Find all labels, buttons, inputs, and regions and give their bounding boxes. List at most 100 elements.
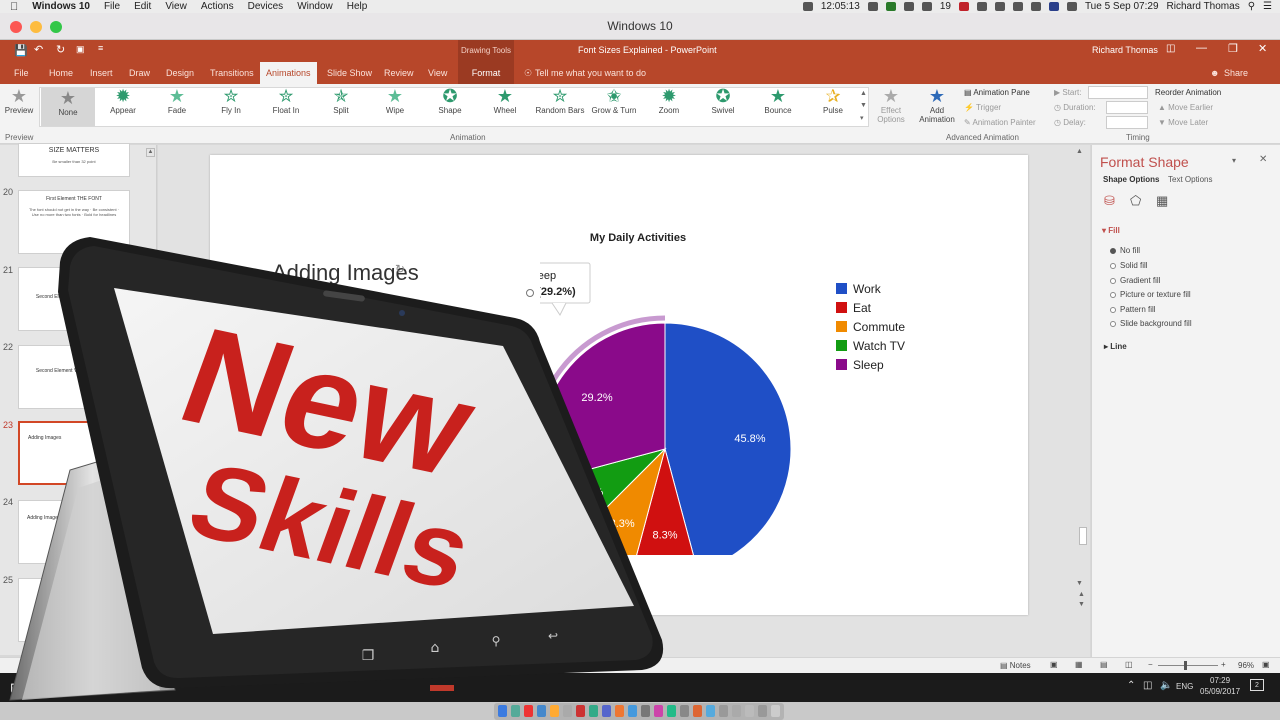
tab-home[interactable]: Home (49, 62, 73, 84)
dock-app-icon[interactable] (641, 705, 650, 717)
customize-qat-icon[interactable]: ≡ (98, 43, 103, 53)
anim-appear[interactable]: ✹ Appear (100, 86, 146, 126)
menu-window[interactable]: Window (297, 1, 333, 12)
anim-bounce[interactable]: ★ Bounce (755, 86, 801, 126)
slide-thumbnail[interactable]: SIZE MATTERS Be smaller than 32 point (18, 143, 130, 177)
cortana-icon[interactable]: ○ (38, 680, 45, 694)
add-animation-button[interactable]: ★ Add Animation (915, 86, 959, 126)
slideshow-icon[interactable]: ◫ (1125, 660, 1133, 669)
apple-icon[interactable]:  (10, 1, 18, 13)
tab-shape-options[interactable]: Shape Options (1103, 175, 1159, 184)
minimize-window-icon[interactable]: — (1196, 42, 1207, 54)
gallery-scroll-up-icon[interactable]: ▲ (860, 90, 867, 97)
taskbar-time[interactable]: 07:29 (1210, 676, 1230, 685)
volume-icon[interactable]: 🔈 (1160, 680, 1172, 691)
flag-icon[interactable] (1048, 2, 1059, 11)
move-earlier-button[interactable]: ▲ Move Earlier (1158, 103, 1213, 112)
dock-app-icon[interactable] (745, 705, 754, 717)
option-no-fill[interactable]: No fill (1110, 246, 1140, 255)
slide-thumbnail[interactable]: First Element THE FONT The font should n… (18, 190, 130, 254)
zoom-slider[interactable] (1158, 665, 1218, 666)
dock-app-icon[interactable] (615, 705, 624, 717)
dock-app-icon[interactable] (758, 705, 767, 717)
start-dropdown[interactable] (1088, 86, 1148, 99)
network-icon[interactable]: ◫ (1143, 680, 1152, 691)
dock-app-icon[interactable] (498, 705, 507, 717)
dock-app-icon[interactable] (628, 705, 637, 717)
app-menu[interactable]: Windows 10 (32, 1, 90, 12)
animation-painter-button[interactable]: ✎ Animation Painter (964, 118, 1036, 127)
close-pane-icon[interactable]: ✕ (1259, 154, 1267, 165)
slide-thumbnail-selected[interactable]: Adding Images (18, 421, 130, 485)
tab-file[interactable]: File (14, 62, 29, 84)
anim-split[interactable]: ✯ Split (318, 86, 364, 126)
notification-icon[interactable]: 2 (1250, 679, 1264, 691)
save-icon[interactable]: 💾 (14, 44, 28, 57)
pie-chart[interactable]: My Daily Activities 45.8% 8.3% 8.3% 8.3% 29.2… (540, 225, 960, 555)
zoom-in-icon[interactable]: + (1221, 660, 1226, 669)
option-slide-background-fill[interactable]: Slide background fill (1110, 319, 1192, 328)
tray-chevron-icon[interactable]: ⌃ (1127, 680, 1135, 691)
status-icon[interactable] (903, 2, 914, 11)
tell-me-box[interactable]: Tell me what you want to do (535, 62, 646, 84)
dock-app-icon[interactable] (537, 705, 546, 717)
slide-thumbnail[interactable]: Second Element VISUAL DESIGN (18, 267, 130, 331)
close-icon[interactable] (10, 21, 22, 33)
fill-section-header[interactable]: ▾ Fill (1102, 226, 1120, 235)
redo-icon[interactable]: ↻ (56, 43, 65, 56)
status-icon[interactable] (867, 2, 878, 11)
mac-datetime[interactable]: Tue 5 Sep 07:29 (1085, 1, 1159, 12)
status-icon[interactable] (921, 2, 932, 11)
menu-file[interactable]: File (104, 1, 120, 12)
taskbar-date[interactable]: 05/09/2017 (1200, 687, 1240, 696)
rotate-handle-icon[interactable]: ↻ (395, 262, 405, 276)
line-section-header[interactable]: ▸ Line (1104, 342, 1127, 351)
normal-view-icon[interactable]: ▣ (1050, 660, 1058, 669)
scroll-up-icon[interactable]: ▲ (1076, 148, 1083, 155)
dock-app-icon[interactable] (602, 705, 611, 717)
menu-view[interactable]: View (165, 1, 187, 12)
size-properties-icon[interactable]: ▦ (1156, 193, 1168, 209)
dock-app-icon[interactable] (667, 705, 676, 717)
menu-edit[interactable]: Edit (134, 1, 151, 12)
fit-slide-icon[interactable]: ▣ (1262, 660, 1270, 669)
duration-field[interactable] (1106, 101, 1148, 114)
taskbar-search-box[interactable]: Type here to search (59, 681, 147, 692)
dock-app-icon[interactable] (511, 705, 520, 717)
search-icon[interactable]: ⚲ (1248, 1, 1255, 12)
dock-app-icon[interactable] (576, 705, 585, 717)
scroll-down-icon[interactable]: ▼ (1076, 580, 1083, 587)
dock-app-icon[interactable] (719, 705, 728, 717)
tab-design[interactable]: Design (166, 62, 194, 84)
anim-float-in[interactable]: ✮ Float In (263, 86, 309, 126)
minimize-icon[interactable] (30, 21, 42, 33)
option-picture-fill[interactable]: Picture or texture fill (1110, 290, 1191, 299)
anim-none[interactable]: ★ None (41, 88, 95, 126)
status-icon[interactable] (976, 2, 987, 11)
restore-window-icon[interactable]: ❐ (1228, 42, 1238, 55)
tab-review[interactable]: Review (384, 62, 414, 84)
status-icon[interactable] (994, 2, 1005, 11)
anim-fade[interactable]: ★ Fade (154, 86, 200, 126)
dock-app-icon[interactable] (589, 705, 598, 717)
move-later-button[interactable]: ▼ Move Later (1158, 118, 1208, 127)
language-indicator[interactable]: ENG (1176, 682, 1193, 691)
slide-sorter-icon[interactable]: ▦ (1075, 660, 1083, 669)
option-solid-fill[interactable]: Solid fill (1110, 261, 1148, 270)
windows-start-icon[interactable]: ⊞ (10, 680, 21, 696)
mac-user[interactable]: Richard Thomas (1167, 1, 1240, 12)
preview-button[interactable]: ★ Preview (4, 86, 34, 126)
dock-app-icon[interactable] (680, 705, 689, 717)
option-gradient-fill[interactable]: Gradient fill (1110, 276, 1160, 285)
wifi-icon[interactable] (1012, 2, 1023, 11)
anim-wheel[interactable]: ★ Wheel (482, 86, 528, 126)
tab-slide-show[interactable]: Slide Show (327, 62, 372, 84)
ribbon-display-icon[interactable]: ◫ (1166, 43, 1175, 54)
resize-handle[interactable] (526, 289, 534, 297)
anim-shape[interactable]: ✪ Shape (427, 86, 473, 126)
anim-grow-turn[interactable]: ✬ Grow & Turn (588, 86, 640, 126)
share-icon[interactable]: ☻ (1210, 62, 1219, 84)
anim-fly-in[interactable]: ✮ Fly In (208, 86, 254, 126)
dock-app-icon[interactable] (732, 705, 741, 717)
dock-app-icon[interactable] (563, 705, 572, 717)
